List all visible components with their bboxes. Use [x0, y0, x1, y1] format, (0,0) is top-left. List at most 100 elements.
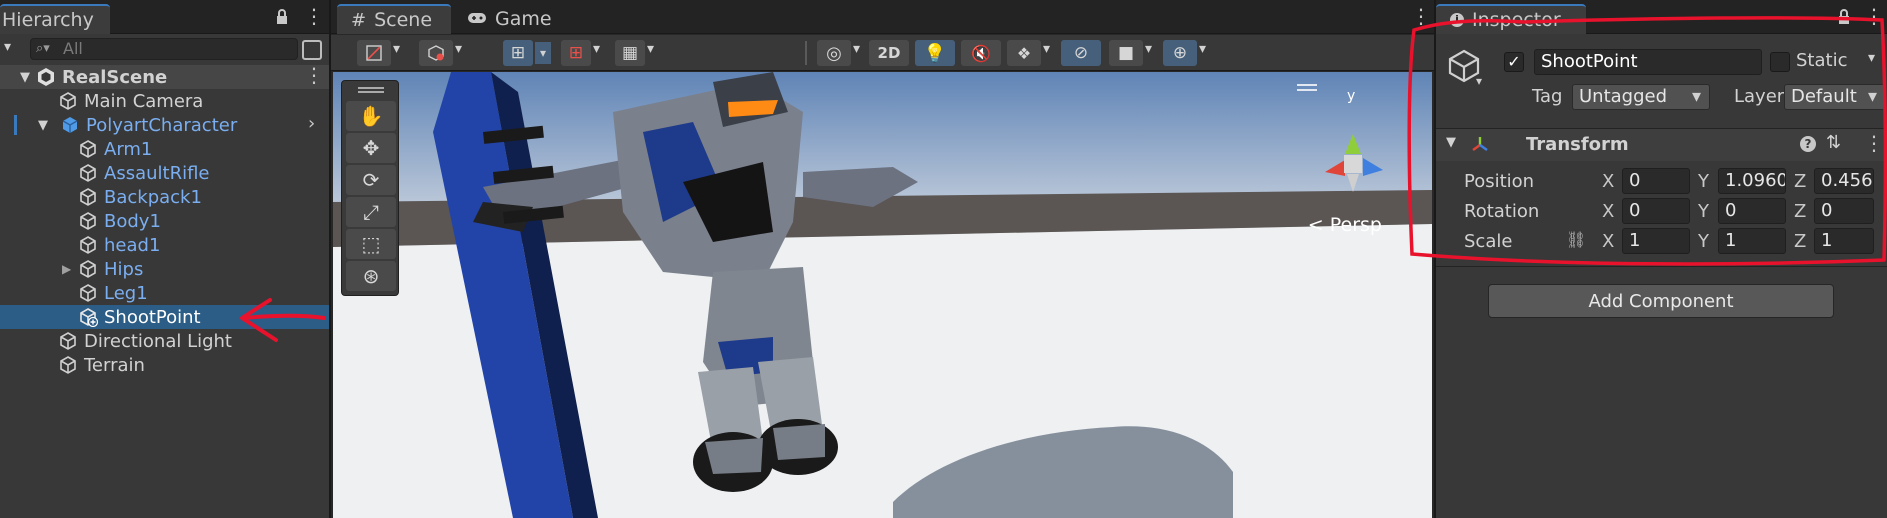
inspector-tab-label: Inspector	[1472, 9, 1561, 31]
rotation-z-label[interactable]: Z	[1794, 201, 1806, 222]
add-component-label: Add Component	[1588, 290, 1734, 312]
presets-icon[interactable]: ⇅	[1826, 132, 1841, 153]
2d-label: 2D	[877, 44, 901, 62]
scene-row[interactable]: ▼ RealScene ⋮	[0, 63, 329, 89]
gameobject-cube-icon	[78, 211, 98, 231]
scale-tool-button[interactable]: ⤢	[346, 197, 396, 227]
add-component-button[interactable]: Add Component	[1488, 284, 1834, 318]
hierarchy-search-input[interactable]: ⌕▾ All	[30, 38, 298, 60]
shading-dropdown-icon[interactable]: ▾	[455, 41, 462, 57]
tab-inspector[interactable]: i Inspector	[1436, 4, 1586, 34]
audio-toggle-button[interactable]: 🔇	[961, 40, 1001, 66]
component-menu-icon[interactable]: ⋮	[1864, 131, 1884, 155]
position-y-field[interactable]: 1.0960	[1718, 168, 1786, 194]
static-dropdown-icon[interactable]: ▾	[1868, 50, 1875, 66]
draw-mode-dropdown-icon[interactable]: ▾	[393, 41, 400, 57]
tab-game[interactable]: Game	[453, 4, 563, 34]
snap-grid-toggle-button[interactable]: ⊞	[503, 40, 533, 66]
gizmo-y-label: y	[1347, 88, 1356, 104]
scale-x-field[interactable]: 1	[1622, 228, 1690, 254]
tree-item-assaultrifle[interactable]: AssaultRifle	[0, 161, 329, 185]
rotation-x-field[interactable]: 0	[1622, 198, 1690, 224]
divider	[1436, 266, 1887, 267]
lock-icon[interactable]	[274, 9, 290, 25]
help-icon[interactable]: ?	[1800, 136, 1816, 152]
object-name-field[interactable]: ShootPoint	[1534, 49, 1762, 75]
tree-item-head1[interactable]: head1	[0, 233, 329, 257]
scale-z-field[interactable]: 1	[1814, 228, 1874, 254]
scale-y-field[interactable]: 1	[1718, 228, 1786, 254]
rotation-y-field[interactable]: 0	[1718, 198, 1786, 224]
constrain-proportions-link-icon[interactable]: ⛓	[1566, 230, 1586, 249]
open-prefab-arrow-icon[interactable]: ›	[308, 113, 315, 134]
inspector-tabbar: i Inspector ⋮	[1436, 0, 1887, 34]
expand-arrow-icon[interactable]: ▶	[62, 262, 78, 276]
rotation-x-label[interactable]: X	[1602, 201, 1614, 222]
active-checkbox[interactable]: ✓	[1504, 52, 1524, 72]
layer-dropdown[interactable]: Default	[1784, 84, 1886, 110]
lock-icon[interactable]	[1836, 9, 1852, 25]
draw-mode-button[interactable]	[357, 40, 391, 66]
scene-panel: # Scene Game ⋮ ▾ ▾ ⊞ ▾ ⊞ ▾ ▦ ▾ ◎ ▾ 2D 💡 …	[331, 0, 1434, 518]
expand-arrow-icon[interactable]: ▼	[20, 70, 30, 85]
scale-z-label[interactable]: Z	[1794, 231, 1806, 252]
position-x-field[interactable]: 0	[1622, 168, 1690, 194]
scene-menu-icon[interactable]: ⋮	[1411, 4, 1431, 28]
position-z-label[interactable]: Z	[1794, 171, 1806, 192]
projection-toggle[interactable]: < Persp	[1308, 214, 1382, 236]
hand-tool-button[interactable]: ✋	[346, 101, 396, 131]
tree-item-body1[interactable]: Body1	[0, 209, 329, 233]
increment-snap-button[interactable]: ⊞	[561, 40, 591, 66]
tree-item-arm1[interactable]: Arm1	[0, 137, 329, 161]
scene-menu-icon[interactable]: ⋮	[304, 63, 324, 87]
rotation-y-label[interactable]: Y	[1698, 201, 1709, 222]
effects-dropdown-icon[interactable]: ▾	[1043, 41, 1050, 57]
grid-button[interactable]: ▦	[615, 40, 645, 66]
search-by-type-icon[interactable]	[302, 40, 322, 60]
gameobject-cube-icon	[78, 283, 98, 303]
tree-item-polyartcharacter[interactable]: ▼ PolyartCharacter ›	[0, 113, 329, 137]
tree-item-hips[interactable]: ▶ Hips	[0, 257, 329, 281]
tree-item-main-camera[interactable]: Main Camera	[0, 89, 329, 113]
scene-camera-button[interactable]: ■	[1109, 40, 1143, 66]
inspector-menu-icon[interactable]: ⋮	[1864, 4, 1884, 28]
camera-orbit-button[interactable]: ◎	[817, 40, 851, 66]
2d-toggle-button[interactable]: 2D	[869, 40, 909, 66]
position-x-label[interactable]: X	[1602, 171, 1614, 192]
position-y-label[interactable]: Y	[1698, 171, 1709, 192]
camera-dropdown-icon[interactable]: ▾	[1145, 41, 1152, 57]
transform-header[interactable]: ▼ Transform ? ⇅ ⋮	[1436, 129, 1887, 161]
move-tool-button[interactable]: ✥	[346, 133, 396, 163]
palette-drag-handle[interactable]	[358, 87, 384, 93]
orbit-dropdown-icon[interactable]: ▾	[853, 41, 860, 57]
scale-y-label[interactable]: Y	[1698, 231, 1709, 252]
rect-tool-button[interactable]: ⬚	[346, 229, 396, 259]
shading-mode-button[interactable]	[419, 40, 453, 66]
tree-item-terrain[interactable]: Terrain	[0, 353, 329, 377]
increment-dropdown-icon[interactable]: ▾	[593, 41, 600, 57]
tab-hierarchy[interactable]: Hierarchy	[0, 4, 110, 34]
scene-visibility-button[interactable]: ⊘	[1061, 40, 1101, 66]
rotation-z-field[interactable]: 0	[1814, 198, 1874, 224]
tag-dropdown[interactable]: Untagged	[1572, 84, 1710, 110]
scene-viewport[interactable]: y < Persp ✋ ✥ ⟳ ⤢ ⬚ ⊛	[333, 72, 1432, 518]
expand-arrow-icon[interactable]: ▼	[38, 118, 56, 133]
rotate-tool-button[interactable]: ⟳	[346, 165, 396, 195]
grid-dropdown-icon[interactable]: ▾	[647, 41, 654, 57]
hierarchy-menu-icon[interactable]: ⋮	[304, 4, 324, 28]
add-dropdown-icon[interactable]: ▾	[4, 39, 11, 55]
scale-x-label[interactable]: X	[1602, 231, 1614, 252]
tab-scene[interactable]: # Scene	[337, 4, 451, 34]
gizmos-button[interactable]: ⊕	[1163, 40, 1197, 66]
icon-dropdown-icon[interactable]: ▾	[1476, 74, 1482, 88]
tree-item-label: AssaultRifle	[104, 162, 210, 184]
static-checkbox[interactable]	[1770, 52, 1790, 72]
snap-dropdown-icon[interactable]: ▾	[535, 42, 551, 64]
tree-item-backpack1[interactable]: Backpack1	[0, 185, 329, 209]
lighting-toggle-button[interactable]: 💡	[915, 40, 955, 66]
transform-tool-button[interactable]: ⊛	[346, 261, 396, 291]
gizmos-dropdown-icon[interactable]: ▾	[1199, 41, 1206, 57]
foldout-arrow-icon[interactable]: ▼	[1446, 135, 1456, 150]
position-z-field[interactable]: 0.4563	[1814, 168, 1874, 194]
effects-button[interactable]: ❖	[1007, 40, 1041, 66]
